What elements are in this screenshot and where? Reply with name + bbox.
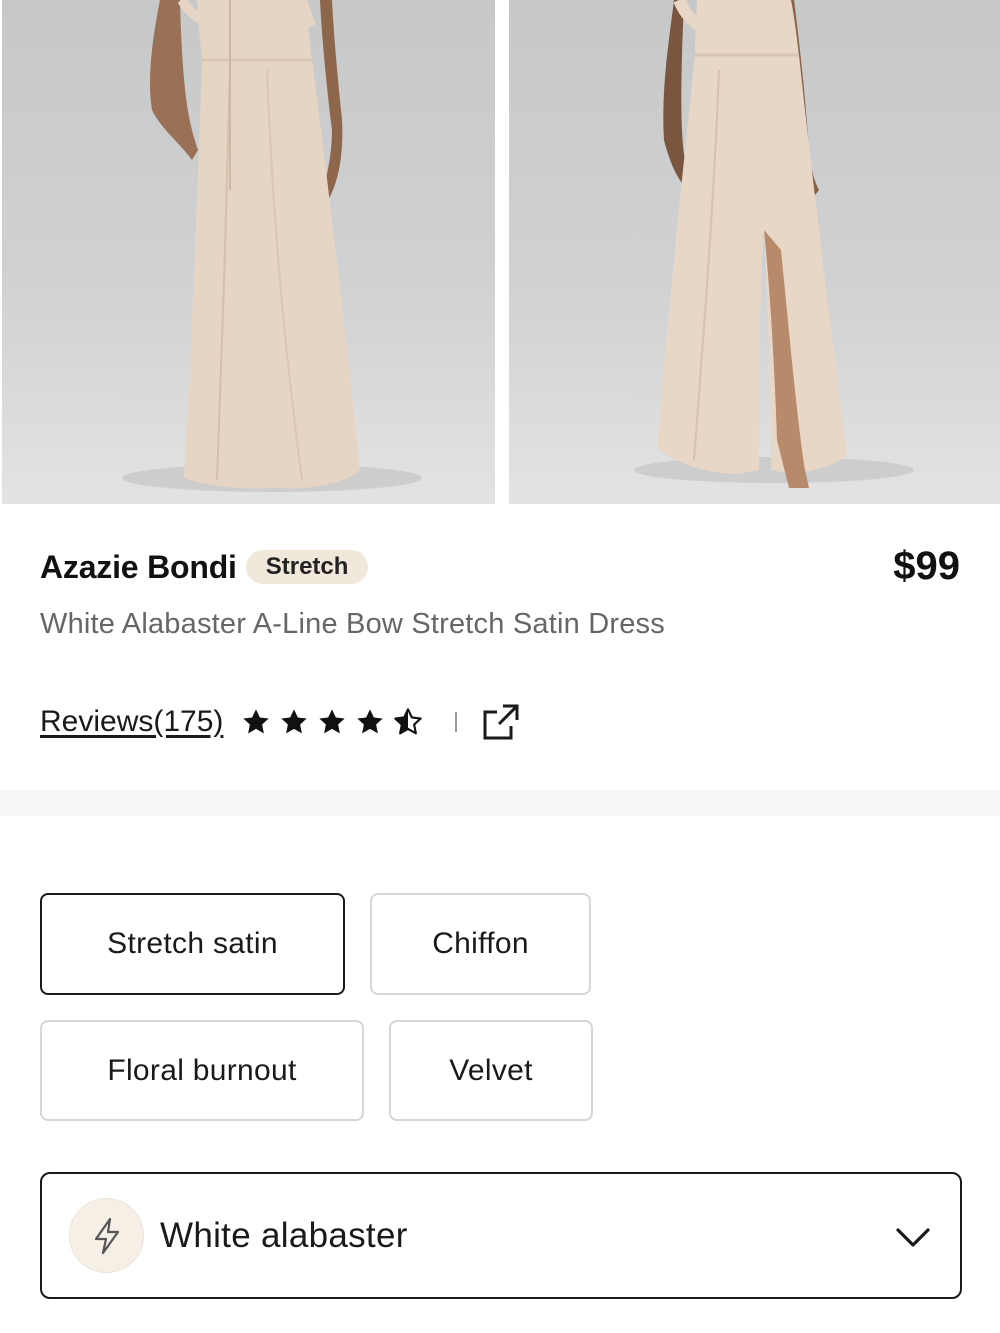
- product-page: Azazie Bondi Stretch $99 White Alabaster…: [0, 0, 1000, 1333]
- reviews-link[interactable]: Reviews(175): [40, 705, 223, 739]
- section-divider: [0, 790, 1000, 816]
- product-name: Azazie Bondi: [40, 548, 237, 585]
- product-title-row: Azazie Bondi Stretch: [40, 546, 369, 588]
- dress-front-slit-view-photo[interactable]: [509, 0, 1000, 504]
- color-swatch: [69, 1198, 144, 1273]
- stretch-badge: Stretch: [245, 550, 369, 584]
- product-description: White Alabaster A-Line Bow Stretch Satin…: [40, 608, 665, 640]
- selected-color-label: White alabaster: [160, 1215, 408, 1255]
- separator: [455, 712, 458, 732]
- star-icon: [313, 703, 351, 741]
- fabric-option-velvet[interactable]: Velvet: [389, 1020, 593, 1121]
- star-icon: [237, 703, 275, 741]
- fabric-option-floral-burnout[interactable]: Floral burnout: [40, 1020, 364, 1121]
- star-icon: [275, 703, 313, 741]
- lightning-icon: [94, 1217, 119, 1254]
- dress-back-view-photo[interactable]: [2, 0, 495, 504]
- reviews-row: Reviews(175): [40, 700, 521, 744]
- fabric-option-chiffon[interactable]: Chiffon: [370, 893, 591, 995]
- color-select[interactable]: White alabaster: [40, 1172, 962, 1299]
- star-rating: [237, 703, 427, 741]
- fabric-option-stretch-satin[interactable]: Stretch satin: [40, 893, 345, 995]
- product-price: $99: [893, 544, 960, 588]
- image-gallery[interactable]: [0, 0, 1000, 504]
- half-star-icon: [389, 703, 427, 741]
- chevron-down-icon: [896, 1228, 930, 1247]
- external-link-icon[interactable]: [481, 702, 521, 742]
- star-icon: [351, 703, 389, 741]
